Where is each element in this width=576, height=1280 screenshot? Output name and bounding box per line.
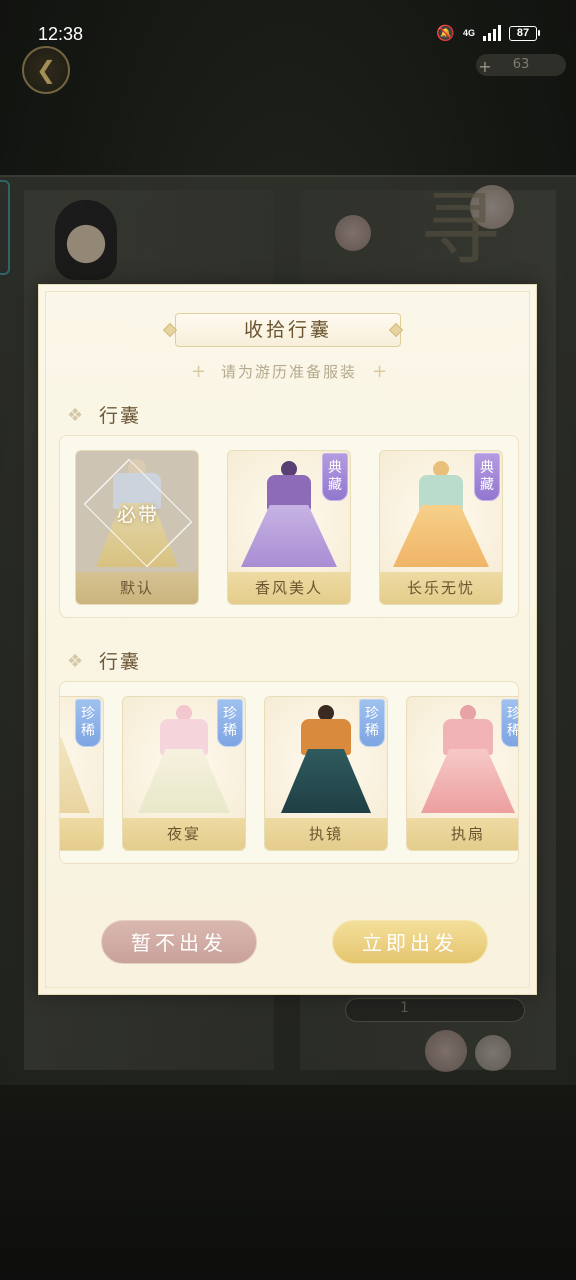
dialog-title: 收拾行囊: [243, 319, 332, 341]
outfit-card-default[interactable]: 必带 默认: [75, 450, 199, 605]
outfit-name: 香风美人: [228, 572, 350, 604]
status-bar: 12:38 🔕 4G 87: [0, 0, 576, 70]
section-diamond-icon: ❖: [67, 651, 84, 672]
optional-outfits-scroller[interactable]: 珍稀 珍稀 夜宴 珍稀 执镜 执扇: [59, 681, 519, 864]
mute-bell-icon: 🔕: [436, 25, 455, 42]
depart-now-button[interactable]: 立即出发: [332, 920, 488, 964]
section-diamond-icon: ❖: [67, 405, 84, 426]
outfit-name: 长乐无忧: [380, 572, 502, 604]
rarity-tag-rare: 珍稀: [75, 699, 101, 747]
outfit-name: 默认: [76, 572, 198, 604]
section1-label: 行囊: [99, 405, 142, 427]
pack-luggage-dialog: 收拾行囊 + 请为游历准备服装 + ❖ 行囊 必带 默认 典藏 香风美人 典 藏…: [38, 284, 537, 995]
status-icons: 🔕 4G 87: [436, 24, 540, 42]
battery-icon: 87: [509, 25, 540, 41]
rarity-tag-rare: 珍稀: [359, 699, 385, 747]
outfit-name: 执扇: [407, 818, 518, 850]
rarity-tag-collection: 典藏: [322, 453, 348, 501]
outfit-card-yeyan[interactable]: 珍稀 夜宴: [122, 696, 246, 851]
outfit-name: 执镜: [265, 818, 387, 850]
cancel-depart-button[interactable]: 暂不出发: [101, 920, 257, 964]
battery-level: 87: [509, 25, 537, 41]
dialog-subtitle: 请为游历准备服装: [220, 363, 357, 381]
must-bring-badge: 必带: [116, 503, 159, 526]
status-time: 12:38: [38, 24, 84, 44]
section2-label: 行囊: [99, 651, 142, 673]
rarity-tag-rare: 珍稀: [501, 699, 518, 747]
required-outfits-panel: 必带 默认 典藏 香风美人 典藏 长乐无忧: [59, 435, 519, 618]
outfit-card-zhijing[interactable]: 珍稀 执镜: [264, 696, 388, 851]
outfit-card-changle-wuyou[interactable]: 典藏 长乐无忧: [379, 450, 503, 605]
dialog-title-plate: 收拾行囊: [175, 313, 401, 347]
outfit-name: [60, 818, 103, 850]
outfit-name: 夜宴: [123, 818, 245, 850]
signal-strength-icon: [483, 25, 501, 41]
outfit-card-zhishan[interactable]: 珍稀 执扇: [406, 696, 518, 851]
subtitle-right-sparkle-icon: +: [372, 361, 388, 382]
rarity-tag-rare: 珍稀: [217, 699, 243, 747]
rarity-tag-collection: 典藏: [474, 453, 500, 501]
outfit-card-xiangfeng-meiren[interactable]: 典藏 香风美人: [227, 450, 351, 605]
outfit-card-partial[interactable]: 珍稀: [60, 696, 104, 851]
network-type: 4G: [462, 27, 475, 38]
